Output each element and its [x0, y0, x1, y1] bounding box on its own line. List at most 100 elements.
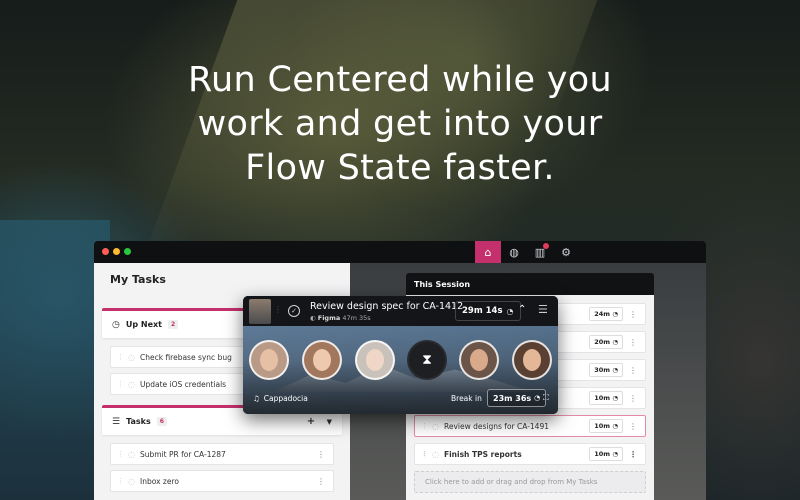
break-timer[interactable]: 23m 36s ◔: [487, 389, 547, 407]
gear-icon: ⚙: [561, 245, 571, 259]
task-item[interactable]: ⋮ ◌ Submit PR for CA-1287 ⋮: [110, 443, 334, 465]
nav-settings-button[interactable]: ⚙: [553, 241, 579, 263]
duration-badge[interactable]: 10m ◔: [589, 391, 623, 405]
more-options-icon[interactable]: ⋮: [629, 450, 637, 459]
participant-face: [366, 349, 384, 371]
duration-badge[interactable]: 24m ◔: [589, 307, 623, 321]
duration-badge[interactable]: 30m ◔: [589, 363, 623, 377]
participant-avatar[interactable]: [302, 340, 342, 380]
task-check-icon[interactable]: ◌: [432, 422, 439, 431]
participant-avatar[interactable]: [249, 340, 289, 380]
my-tasks-title: My Tasks: [110, 273, 166, 286]
current-task-elapsed: 47m 35s: [342, 314, 371, 322]
up-next-label: Up Next: [125, 320, 162, 329]
nav-stats-button[interactable]: ▥: [527, 241, 553, 263]
tasks-section-actions: + ▼: [307, 416, 332, 427]
duration-value: 30m: [594, 366, 611, 374]
session-task-item[interactable]: ⋮ ◌ Finish TPS reports 10m ◔ ⋮: [414, 443, 646, 465]
participant-face: [260, 349, 278, 371]
duration-badge[interactable]: 10m ◔: [589, 419, 623, 433]
figma-icon: ◐: [310, 314, 316, 322]
check-icon: ✓: [291, 307, 297, 315]
drag-handle-icon[interactable]: ⋮: [117, 477, 124, 485]
participant-avatar[interactable]: [512, 340, 552, 380]
more-options-icon[interactable]: ⋮: [629, 366, 637, 375]
nav-home-button[interactable]: ⌂: [475, 241, 501, 263]
task-check-icon[interactable]: ◌: [128, 450, 135, 459]
participant-avatar[interactable]: [355, 340, 395, 380]
hourglass-icon: ⧗: [422, 352, 432, 368]
participant-face: [470, 349, 488, 371]
timer-icon: ◔: [612, 422, 618, 430]
session-task-item[interactable]: ⋮ ◌ Review designs for CA-1491 10m ◔ ⋮: [414, 415, 646, 437]
participant-face: [523, 349, 541, 371]
break-label: Break in: [451, 394, 482, 403]
duration-badge[interactable]: 20m ◔: [589, 335, 623, 349]
break-timer-value: 23m 36s: [493, 393, 532, 403]
complete-task-button[interactable]: ✓: [288, 305, 300, 317]
title-bar: ⌂ ◍ ▥ ⚙: [94, 241, 706, 263]
more-options-icon[interactable]: ⋮: [317, 477, 325, 486]
add-task-icon[interactable]: +: [307, 416, 315, 427]
duration-value: 10m: [594, 394, 611, 402]
avatar[interactable]: [249, 299, 271, 324]
task-check-icon[interactable]: ◌: [128, 353, 135, 362]
hourglass-placeholder[interactable]: ⧗: [407, 340, 447, 380]
task-check-icon[interactable]: ◌: [128, 380, 135, 389]
maximize-window-button[interactable]: [124, 248, 131, 255]
more-options-icon[interactable]: ⋮: [629, 422, 637, 431]
focus-overlay-header: ⋮ ✓ Review design spec for CA-1412 ◐ Fig…: [243, 296, 558, 326]
task-check-icon[interactable]: ◌: [128, 477, 135, 486]
drag-handle-icon[interactable]: ⋮: [274, 305, 282, 314]
timer-icon: ◔: [612, 394, 618, 402]
timer-icon: ◔: [506, 306, 514, 316]
drag-handle-icon[interactable]: ⋮: [117, 353, 124, 361]
timer-icon: ◔: [612, 310, 618, 318]
task-timer[interactable]: 29m 14s ◔: [455, 301, 521, 321]
timer-icon: ◔: [612, 338, 618, 346]
current-task-meta: ◐ Figma 47m 35s: [310, 314, 371, 322]
task-check-icon[interactable]: ◌: [432, 450, 439, 459]
tasks-count: 6: [156, 417, 167, 426]
timer-icon: ◔: [612, 366, 618, 374]
duration-badge[interactable]: 10m ◔: [589, 447, 623, 461]
menu-icon[interactable]: ☰: [538, 303, 548, 316]
chevron-down-icon[interactable]: ▼: [327, 418, 332, 426]
drag-handle-icon[interactable]: ⋮: [421, 450, 428, 458]
duration-value: 20m: [594, 338, 611, 346]
duration-value: 10m: [594, 422, 611, 430]
chevron-up-icon[interactable]: ⌃: [518, 304, 526, 315]
clock-icon: ◷: [112, 319, 120, 330]
more-options-icon[interactable]: ⋮: [317, 450, 325, 459]
focus-overlay-card: ⋮ ✓ Review design spec for CA-1412 ◐ Fig…: [243, 296, 558, 414]
music-track-label: Cappadocia: [263, 394, 308, 403]
up-next-count: 2: [167, 320, 179, 329]
more-options-icon[interactable]: ⋮: [629, 310, 637, 319]
more-options-icon[interactable]: ⋮: [629, 394, 637, 403]
duration-value: 10m: [594, 450, 611, 458]
close-window-button[interactable]: [102, 248, 109, 255]
music-track[interactable]: ♫ Cappadocia: [253, 394, 308, 403]
session-title: This Session: [406, 273, 654, 295]
focus-room-scene: ⧗ ♫ Cappadocia Break in 23m 36s ◔ ⛶: [243, 326, 558, 414]
drag-handle-icon[interactable]: ⋮: [117, 450, 124, 458]
tasks-label: Tasks: [126, 417, 151, 426]
hero-headline: Run Centered while you work and get into…: [0, 58, 800, 190]
globe-icon: ◍: [509, 245, 519, 259]
add-task-dropzone[interactable]: Click here to add or drag and drop from …: [414, 471, 646, 493]
drag-handle-icon[interactable]: ⋮: [421, 422, 428, 430]
fullscreen-icon[interactable]: ⛶: [543, 393, 549, 403]
minimize-window-button[interactable]: [113, 248, 120, 255]
more-options-icon[interactable]: ⋮: [629, 338, 637, 347]
nav-globe-button[interactable]: ◍: [501, 241, 527, 263]
task-item[interactable]: ⋮ ◌ Inbox zero ⋮: [110, 470, 334, 492]
participant-avatar[interactable]: [459, 340, 499, 380]
notification-badge: [543, 243, 549, 249]
task-label: Submit PR for CA-1287: [139, 449, 226, 459]
headline-line-1: Run Centered while you: [188, 60, 612, 100]
duration-value: 24m: [594, 310, 611, 318]
task-label: Inbox zero: [139, 476, 179, 486]
music-note-icon: ♫: [253, 394, 260, 403]
drag-handle-icon[interactable]: ⋮: [117, 380, 124, 388]
headline-line-2: work and get into your: [197, 104, 603, 144]
